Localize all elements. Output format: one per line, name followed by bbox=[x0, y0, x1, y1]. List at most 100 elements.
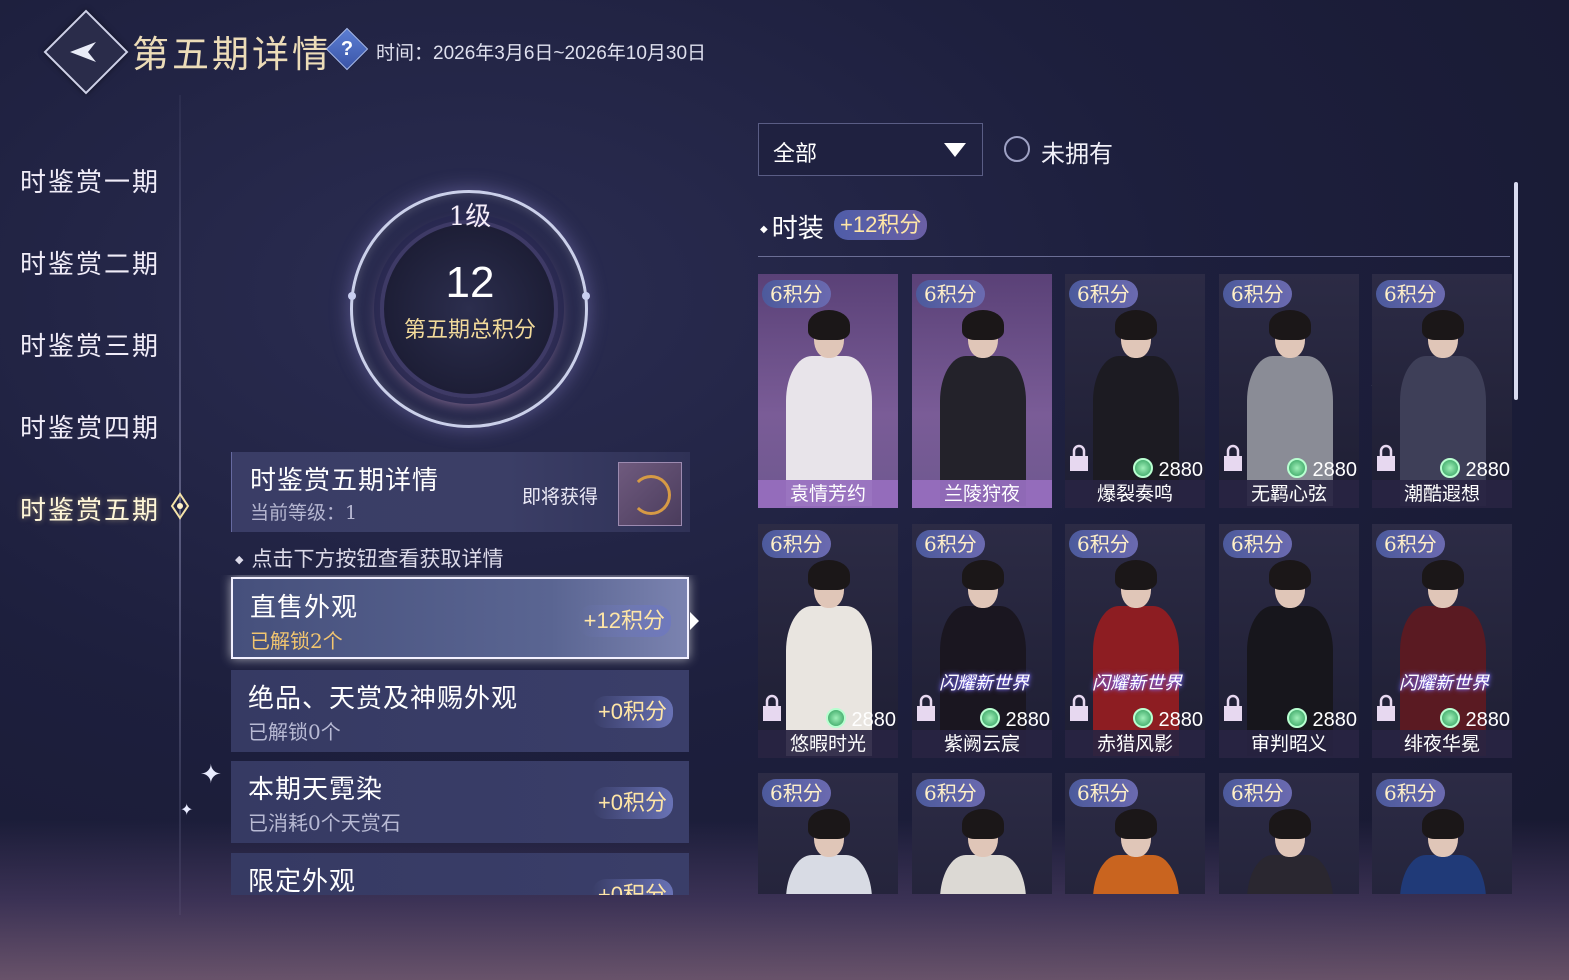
price: 2880 bbox=[1439, 458, 1511, 482]
lock-icon bbox=[1377, 694, 1395, 721]
outfit-name: 悠暇时光 bbox=[758, 730, 898, 758]
character-hair bbox=[962, 560, 1004, 590]
outfit-card[interactable]: 6积分兰陵狩夜 bbox=[912, 274, 1052, 508]
character-figure bbox=[780, 797, 876, 894]
outfit-card[interactable]: 6积分 bbox=[1065, 773, 1205, 894]
outfit-card[interactable]: 6积分 2880 爆裂奏鸣 bbox=[1065, 274, 1205, 508]
character-hair bbox=[962, 310, 1004, 340]
event-badge: 闪耀新世界 bbox=[1092, 673, 1182, 694]
price: 2880 bbox=[1286, 458, 1357, 482]
outfit-card[interactable]: 6积分 闪耀新世界 2880 赤猎风影 bbox=[1065, 524, 1205, 758]
character-hair bbox=[808, 560, 850, 590]
level-ring: 1级 12 第五期总积分 bbox=[340, 180, 600, 440]
price: 2880 bbox=[1132, 708, 1203, 732]
points-tag: 6积分 bbox=[762, 530, 831, 558]
source-points: +0积分 bbox=[591, 879, 673, 895]
outfit-name: 无羁心弦 bbox=[1219, 480, 1359, 508]
current-level: 当前等级：1 bbox=[250, 502, 358, 524]
outfit-card[interactable]: 6积分 2880 无羁心弦 bbox=[1219, 274, 1359, 508]
price-value: 2880 bbox=[1158, 459, 1204, 481]
character-figure bbox=[1241, 797, 1337, 894]
total-score: 12 bbox=[445, 258, 495, 307]
outfit-card[interactable]: 6积分 bbox=[758, 773, 898, 894]
dropdown-value: 全部 bbox=[773, 142, 818, 167]
lock-icon bbox=[1224, 694, 1242, 721]
source-dye[interactable]: 本期天霓染 已消耗0个天赏石 +0积分 bbox=[231, 761, 689, 843]
character-hair bbox=[1422, 809, 1464, 839]
character-hair bbox=[1269, 809, 1311, 839]
category-dropdown[interactable]: 全部 bbox=[758, 123, 983, 176]
soon-label: 即将获得 bbox=[522, 486, 599, 508]
points-tag: 6积分 bbox=[762, 280, 831, 308]
source-direct-sale[interactable]: 直售外观 已解锁2个 +12积分 bbox=[231, 577, 689, 659]
outfit-card[interactable]: 6积分 2880 审判昭义 bbox=[1219, 524, 1359, 758]
source-premium[interactable]: 绝品、天赏及神赐外观 已解锁0个 +0积分 bbox=[231, 670, 689, 752]
source-limited[interactable]: 限定外观 +0积分 bbox=[231, 853, 689, 895]
character-hair bbox=[808, 310, 850, 340]
lock-icon bbox=[917, 694, 935, 721]
currency-icon bbox=[1439, 708, 1460, 728]
back-button[interactable] bbox=[43, 9, 129, 95]
points-tag: 6积分 bbox=[1069, 280, 1138, 308]
character-hair bbox=[1115, 560, 1157, 590]
unowned-radio[interactable] bbox=[1004, 136, 1030, 162]
points-tag: 6积分 bbox=[916, 280, 985, 308]
nav-item-period-2[interactable]: 时鉴赏二期 bbox=[20, 244, 160, 281]
outfit-card[interactable]: 6积分 bbox=[1219, 773, 1359, 894]
character-hair bbox=[1269, 560, 1311, 590]
character-hair bbox=[1422, 310, 1464, 340]
outfit-card[interactable]: 6积分 2880 潮酷遐想 bbox=[1372, 274, 1512, 508]
period-text: 时间：2026年3月6日~2026年10月30日 bbox=[376, 43, 707, 64]
source-list: 直售外观 已解锁2个 +12积分 绝品、天赏及神赐外观 已解锁0个 +0积分 本… bbox=[220, 575, 700, 895]
source-points: +0积分 bbox=[591, 696, 673, 728]
outfit-body bbox=[1093, 855, 1179, 894]
unowned-label[interactable]: 未拥有 bbox=[1041, 134, 1113, 169]
outfit-card[interactable]: 6积分 bbox=[912, 773, 1052, 894]
outfit-name: 袁情芳约 bbox=[758, 480, 898, 508]
outfit-card[interactable]: 6积分 2880 悠暇时光 bbox=[758, 524, 898, 758]
currency-icon bbox=[1286, 708, 1307, 728]
character-hair bbox=[808, 809, 850, 839]
period-detail-card[interactable]: 时鉴赏五期详情 当前等级：1 即将获得 bbox=[231, 452, 690, 532]
outfit-name: 潮酷遐想 bbox=[1372, 480, 1512, 508]
price: 2880 bbox=[1286, 708, 1357, 732]
source-title: 绝品、天赏及神赐外观 bbox=[248, 684, 519, 714]
lock-icon bbox=[1070, 694, 1088, 721]
page-title: 第五期详情 bbox=[132, 33, 332, 76]
outfit-name: 兰陵狩夜 bbox=[912, 480, 1052, 508]
lock-icon bbox=[1070, 444, 1088, 471]
ring-reward-icon bbox=[631, 475, 671, 515]
price-value: 2880 bbox=[851, 709, 897, 731]
points-tag: 6积分 bbox=[762, 779, 831, 807]
currency-icon bbox=[825, 708, 846, 728]
nav-item-period-4[interactable]: 时鉴赏四期 bbox=[20, 408, 160, 445]
event-badge: 闪耀新世界 bbox=[1399, 673, 1489, 694]
nav-item-period-5[interactable]: 时鉴赏五期 bbox=[20, 490, 160, 527]
outfit-card[interactable]: 6积分 bbox=[1372, 773, 1512, 894]
outfit-card[interactable]: 6积分袁情芳约 bbox=[758, 274, 898, 508]
source-sub: 已解锁0个 bbox=[248, 720, 341, 744]
source-points: +0积分 bbox=[591, 787, 673, 819]
points-tag: 6积分 bbox=[1223, 779, 1292, 807]
help-button[interactable]: ? bbox=[325, 27, 369, 71]
character-figure bbox=[934, 797, 1030, 894]
source-sub: 已解锁2个 bbox=[250, 629, 343, 653]
level-label: 1级 bbox=[448, 202, 492, 232]
points-tag: 6积分 bbox=[1376, 530, 1445, 558]
lock-icon bbox=[763, 694, 781, 721]
nav-item-period-3[interactable]: 时鉴赏三期 bbox=[20, 326, 160, 363]
currency-icon bbox=[1132, 458, 1153, 478]
outfit-body bbox=[940, 855, 1026, 894]
question-icon: ? bbox=[340, 38, 354, 60]
reward-preview[interactable] bbox=[618, 462, 682, 526]
outfit-card[interactable]: 6积分 闪耀新世界 2880 紫阙云宸 bbox=[912, 524, 1052, 758]
lock-icon bbox=[1377, 444, 1395, 471]
character-hair bbox=[1269, 310, 1311, 340]
nav-item-period-1[interactable]: 时鉴赏一期 bbox=[20, 162, 160, 199]
section-points: +12积分 bbox=[834, 210, 928, 240]
price-value: 2880 bbox=[1465, 459, 1511, 481]
outfit-card[interactable]: 6积分 闪耀新世界 2880 绯夜华冕 bbox=[1372, 524, 1512, 758]
item-grid: 6积分 袁情芳约 6积分 兰陵狩夜 6积分 2880 爆裂奏鸣 6积分 2880 无羁心弦 6积分 2… bbox=[758, 274, 1518, 894]
outfit-name: 审判昭义 bbox=[1219, 730, 1359, 758]
source-title: 限定外观 bbox=[248, 867, 357, 895]
